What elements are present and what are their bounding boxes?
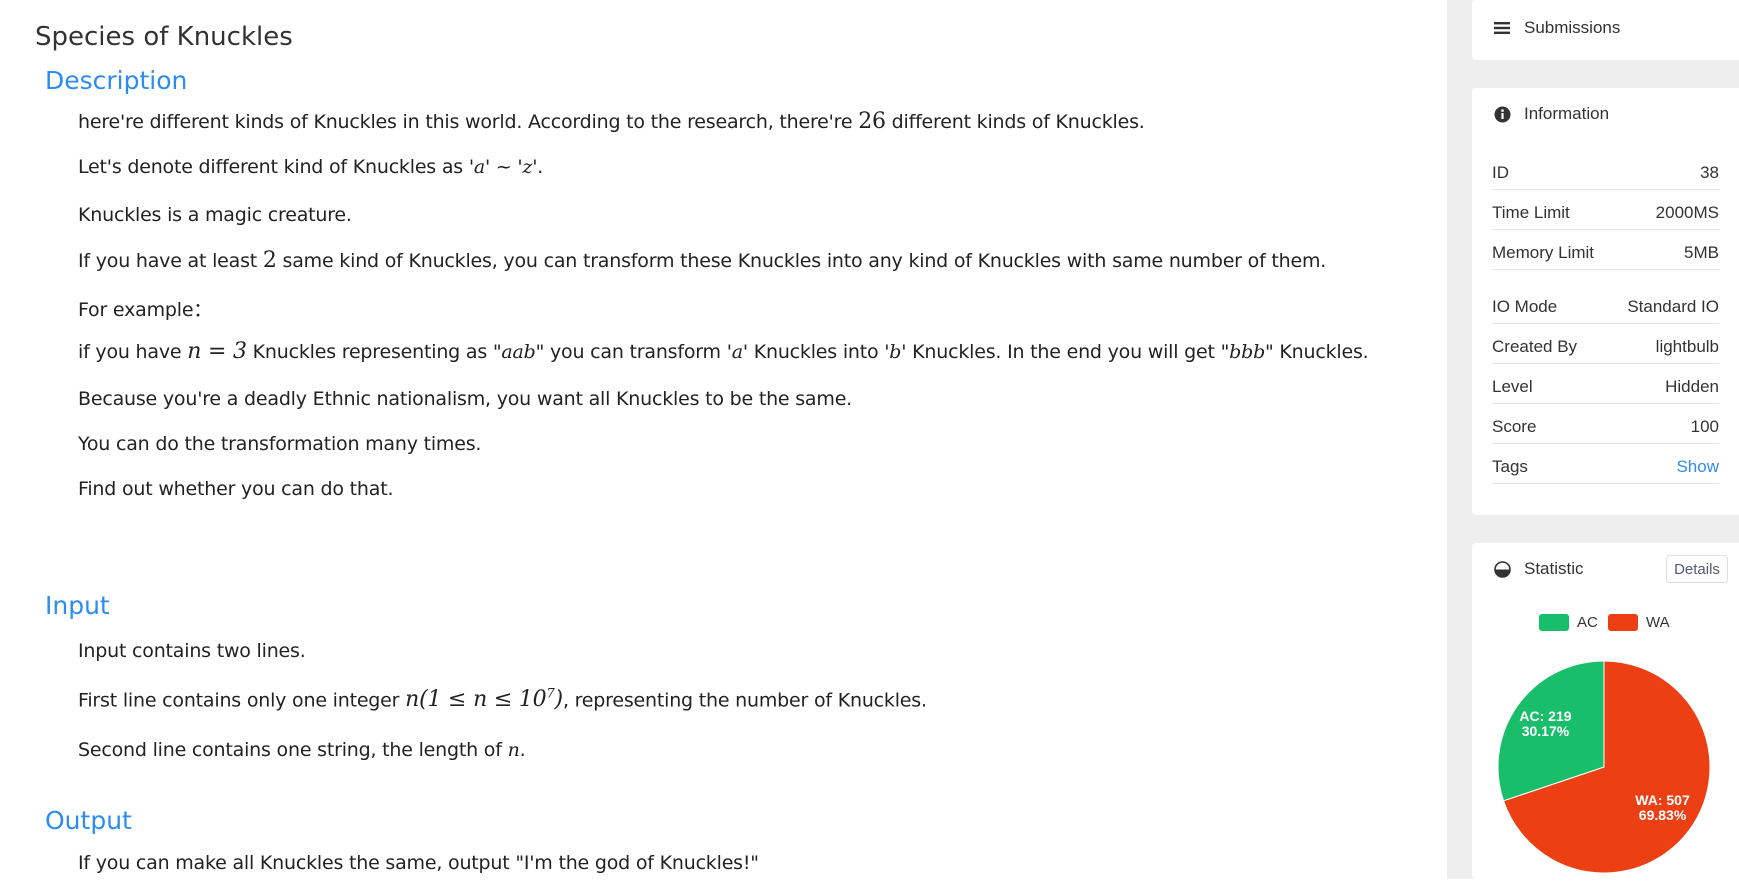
legend-item-ac[interactable]: AC	[1539, 612, 1598, 632]
math-symbol: n	[507, 739, 520, 761]
info-row-time-limit: Time Limit 2000MS	[1492, 196, 1719, 230]
information-label: Information	[1524, 104, 1610, 123]
info-value: 38	[1700, 162, 1719, 182]
text: .	[519, 739, 526, 761]
description-paragraph: here're different kinds of Knuckles in t…	[78, 109, 1145, 134]
submissions-card[interactable]: Submissions	[1472, 0, 1739, 60]
legend-label-ac: AC	[1577, 613, 1598, 631]
info-row-created-by: Created By lightbulb	[1492, 330, 1719, 364]
problem-title: Species of Knuckles	[35, 22, 293, 52]
info-row-id: ID 38	[1492, 156, 1719, 190]
info-value: 5MB	[1684, 242, 1719, 262]
legend-item-wa[interactable]: WA	[1608, 612, 1670, 632]
math-text: n(1 ≤ n ≤ 10	[405, 687, 547, 713]
math-symbol: aab	[501, 341, 536, 363]
list-icon	[1492, 21, 1512, 35]
math-symbol: a	[473, 156, 485, 178]
output-paragraph: If you can make all Knuckles the same, o…	[78, 852, 759, 874]
text: ' Knuckles. In the end you will get "	[901, 341, 1230, 363]
legend-swatch-ac	[1539, 613, 1569, 631]
pie-chart-icon	[1492, 560, 1512, 578]
info-key: Created By	[1492, 336, 1578, 356]
pie-label-wa: WA: 507	[1635, 792, 1690, 808]
info-row-score: Score 100	[1492, 410, 1719, 444]
math-symbol: a	[731, 341, 743, 363]
submissions-label: Submissions	[1524, 18, 1621, 37]
information-card: Information ID 38 Time Limit 2000MS Memory…	[1472, 88, 1739, 515]
math-symbol: bbb	[1229, 341, 1266, 363]
info-key: ID	[1492, 162, 1509, 182]
input-paragraph: Second line contains one string, the len…	[78, 739, 526, 761]
input-paragraph: Input contains two lines.	[78, 640, 306, 662]
text: , representing the number of Knuckles.	[562, 689, 927, 712]
info-row-io-mode: IO Mode Standard IO	[1492, 290, 1719, 324]
info-row-level: Level Hidden	[1492, 370, 1719, 404]
description-paragraph: For example：	[78, 299, 213, 321]
info-row-tags: Tags Show	[1492, 450, 1719, 484]
information-header: Information	[1492, 104, 1609, 124]
info-value: Standard IO	[1627, 296, 1719, 316]
text: ' ~ '	[485, 156, 523, 178]
text: '.	[532, 156, 544, 178]
text: Second line contains one string, the len…	[78, 739, 508, 761]
legend-label-wa: WA	[1646, 613, 1670, 631]
description-paragraph: You can do the transformation many times…	[78, 433, 482, 455]
details-button[interactable]: Details	[1666, 555, 1728, 583]
text: Let's denote different kind of Knuckles …	[78, 156, 474, 178]
info-value: Hidden	[1665, 376, 1719, 396]
math-number: 26	[858, 109, 886, 134]
math-expression: n = 3	[187, 339, 247, 364]
math-expression: n(1 ≤ n ≤ 107)	[405, 687, 563, 712]
info-key: Tags	[1492, 456, 1528, 476]
text: " you can transform '	[535, 341, 732, 363]
info-icon	[1492, 106, 1512, 123]
output-heading: Output	[45, 806, 132, 835]
math-symbol: z	[522, 156, 533, 178]
info-row-memory-limit: Memory Limit 5MB	[1492, 236, 1719, 270]
text: same kind of Knuckles, you can transform…	[276, 250, 1327, 272]
description-heading: Description	[45, 66, 188, 95]
info-key: IO Mode	[1492, 296, 1558, 316]
input-heading: Input	[45, 591, 110, 620]
submissions-header[interactable]: Submissions	[1492, 18, 1620, 38]
info-value: 2000MS	[1655, 202, 1719, 222]
info-key: Score	[1492, 416, 1537, 436]
pie-label-wa: 69.83%	[1639, 807, 1687, 823]
info-key: Level	[1492, 376, 1533, 396]
description-paragraph: if you have n = 3 Knuckles representing …	[78, 339, 1369, 364]
legend-swatch-wa	[1608, 613, 1638, 631]
math-symbol: b	[889, 341, 902, 363]
info-key: Time Limit	[1492, 202, 1570, 222]
text: different kinds of Knuckles.	[885, 111, 1145, 133]
info-key: Memory Limit	[1492, 242, 1595, 262]
description-paragraph: Because you're a deadly Ethnic nationali…	[78, 388, 853, 410]
info-value: 100	[1690, 416, 1719, 436]
input-paragraph: First line contains only one integer n(1…	[78, 687, 927, 712]
statistic-header: Statistic	[1492, 559, 1584, 579]
math-number: 2	[262, 248, 277, 273]
text: First line contains only one integer	[78, 689, 406, 712]
description-paragraph: Let's denote different kind of Knuckles …	[78, 156, 543, 178]
text: Knuckles representing as "	[246, 341, 502, 363]
tags-show-link[interactable]: Show	[1676, 457, 1719, 477]
text: " Knuckles.	[1265, 341, 1369, 363]
statistic-pie-chart: WA: 50769.83% AC: 21930.17%	[1497, 660, 1711, 874]
math-superscript: 7	[546, 687, 555, 702]
text: if you have	[78, 341, 188, 363]
text: If you have at least	[78, 250, 263, 272]
problem-main-panel: Species of Knuckles Description here're …	[0, 0, 1447, 879]
text: ' Knuckles into '	[742, 341, 890, 363]
info-value: lightbulb	[1655, 336, 1719, 356]
math-text: )	[554, 687, 564, 713]
text: here're different kinds of Knuckles in t…	[78, 111, 859, 133]
statistic-label: Statistic	[1524, 559, 1584, 578]
pie-label-ac: AC: 219	[1519, 708, 1571, 724]
description-paragraph: Knuckles is a magic creature.	[78, 204, 352, 226]
pie-label-ac: 30.17%	[1522, 723, 1570, 739]
description-paragraph: If you have at least 2 same kind of Knuc…	[78, 248, 1326, 273]
description-paragraph: Find out whether you can do that.	[78, 478, 394, 500]
